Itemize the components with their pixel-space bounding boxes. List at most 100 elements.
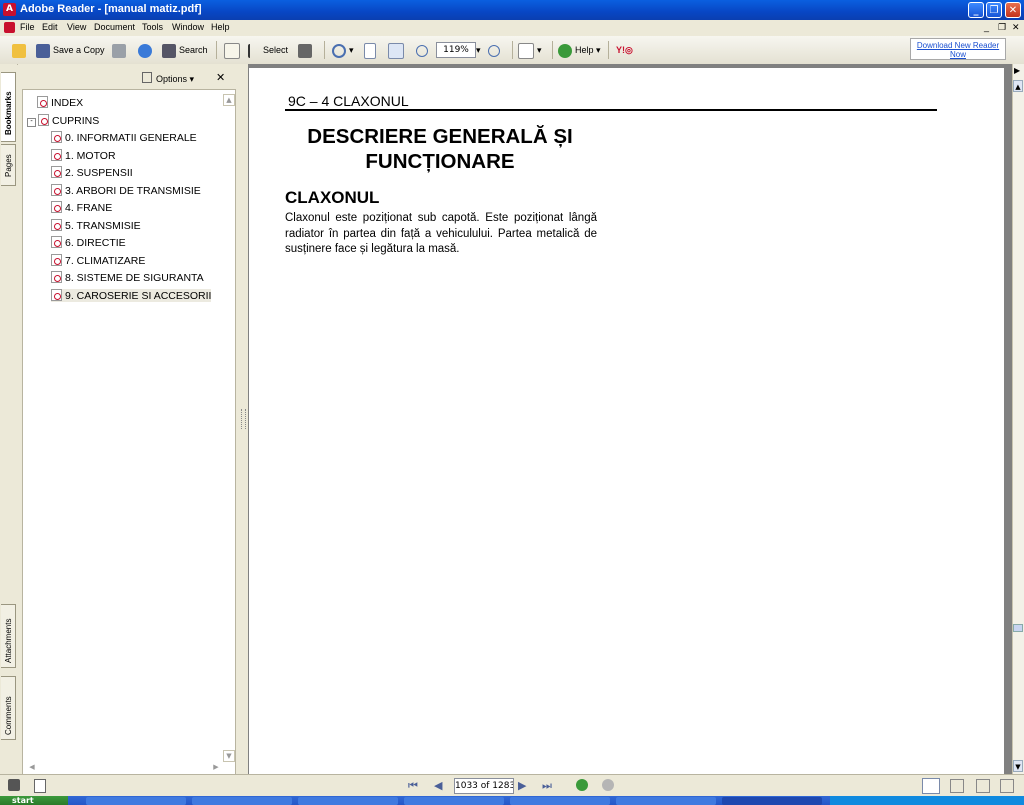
close-button[interactable]: ✕ [1005,2,1021,18]
system-tray [830,796,1024,805]
previous-page-button[interactable]: ◀ [434,779,442,792]
search-button[interactable]: Search [162,41,208,59]
tab-bookmarks[interactable]: Bookmarks [1,72,16,142]
snapshot-button[interactable] [298,41,315,59]
zoom-out-icon [416,44,428,57]
download-line-1: Download New Reader [916,41,1000,50]
bookmark-child-0[interactable]: 0. INFORMATII GENERALE [51,131,197,144]
bookmark-child-8[interactable]: 8. SISTEME DE SIGURANTA [51,271,204,284]
menu-edit[interactable]: Edit [42,22,58,32]
single-page-view-button[interactable] [922,778,940,794]
help-button[interactable]: Help ▾ [558,41,601,59]
minimize-button[interactable]: _ [968,2,984,18]
fit-page-button[interactable] [364,41,379,59]
bookmark-child-7[interactable]: 7. CLIMATIZARE [51,254,145,267]
restore-button[interactable]: ❐ [986,2,1002,18]
taskbar-item[interactable] [616,797,716,805]
bookmark-child-6[interactable]: 6. DIRECTIE [51,236,126,249]
collapse-icon[interactable]: - [27,118,36,127]
bookmark-label: 5. TRANSMISIE [65,220,141,232]
close-panel-icon[interactable]: ✕ [216,71,225,84]
select-tool-button[interactable]: Select [248,41,288,59]
toolbar-separator [324,41,325,59]
next-view-button[interactable] [602,779,614,791]
pdf-bookmark-icon [51,201,62,213]
scroll-thumb[interactable] [1013,624,1023,632]
scroll-down-button[interactable]: ▼ [1013,760,1023,772]
tab-attachments[interactable]: Attachments [1,604,16,668]
bookmark-child-2[interactable]: 2. SUSPENSII [51,166,133,179]
email-button[interactable] [138,41,155,59]
next-page-button[interactable]: ▶ [518,779,526,792]
zoom-dropdown[interactable]: ▾ [476,41,481,59]
menu-view[interactable]: View [67,22,86,32]
fit-width-button[interactable] [388,41,407,59]
download-new-reader-link[interactable]: Download New Reader Now [910,38,1006,60]
title-bar: A Adobe Reader - [manual matiz.pdf] _ ❐ … [0,0,1024,20]
taskbar-item[interactable] [298,797,398,805]
tree-scroll-left[interactable]: ◀ [27,762,37,772]
taskbar-item[interactable] [192,797,292,805]
bookmark-child-1[interactable]: 1. MOTOR [51,149,116,162]
download-line-2: Now [949,50,966,59]
scroll-up-button[interactable]: ▲ [1013,80,1023,92]
open-button[interactable] [12,41,29,59]
tree-scroll-right[interactable]: ▶ [211,762,221,772]
save-copy-button[interactable]: Save a Copy [36,41,105,59]
bookmark-label: 9. CAROSERIE SI ACCESORII [65,290,212,302]
document-icon [4,22,15,33]
page-menu-arrow-icon[interactable]: ▶ [1014,66,1020,75]
document-scrollbar[interactable]: ▶ ▲ ▼ [1012,64,1024,774]
tab-comments[interactable]: Comments [1,676,16,740]
hand-tool-button[interactable] [224,41,243,59]
bookmark-child-3[interactable]: 3. ARBORI DE TRANSMISIE [51,184,201,197]
tree-scroll-up[interactable]: ▲ [223,94,235,106]
previous-view-button[interactable] [576,779,588,791]
bookmark-child-9[interactable]: 9. CAROSERIE SI ACCESORII [51,289,212,302]
first-page-button[interactable]: ⏮ [408,779,418,793]
start-button[interactable]: start [0,796,68,805]
tree-scroll-down[interactable]: ▼ [223,750,235,762]
toolbar-separator [216,41,217,59]
pdf-bookmark-icon [51,219,62,231]
continuous-view-button[interactable] [950,779,964,793]
continuous-facing-view-button[interactable] [1000,779,1014,793]
zoom-in-button[interactable] [488,41,503,59]
menu-bar: File Edit View Document Tools Window Hel… [0,20,1024,36]
taskbar-item[interactable] [404,797,504,805]
yahoo-toolbar-button[interactable]: Y!◎ [616,41,633,59]
zoom-tool-button[interactable]: ▾ [332,41,354,59]
menu-document[interactable]: Document [94,22,135,32]
panel-toggle-icon[interactable] [8,779,20,791]
bookmark-cuprins[interactable]: - CUPRINS [27,114,99,127]
options-menu[interactable]: Options ▾ [142,72,194,85]
menu-help[interactable]: Help [211,22,230,32]
bookmark-label: 4. FRANE [65,202,113,214]
bookmark-child-5[interactable]: 5. TRANSMISIE [51,219,141,232]
taskbar-item-active[interactable] [722,797,822,805]
print-button[interactable] [112,41,129,59]
page-number-field[interactable]: 1033 of 1283 [454,778,514,794]
menu-tools[interactable]: Tools [142,22,163,32]
last-page-button[interactable]: ⏭ [542,779,552,793]
taskbar-item[interactable] [86,797,186,805]
taskbar-item[interactable] [510,797,610,805]
zoom-out-button[interactable] [416,41,431,59]
doc-restore-button[interactable]: ❐ [998,22,1006,33]
facing-view-button[interactable] [976,779,990,793]
tab-pages[interactable]: Pages [1,144,16,186]
panel-splitter[interactable] [238,64,248,774]
doc-close-button[interactable]: ✕ [1012,22,1020,33]
adobe-reader-icon: A [3,3,16,16]
tab-attachments-label: Attachments [4,618,13,663]
page-layout-icon[interactable] [34,779,46,793]
bookmark-child-4[interactable]: 4. FRANE [51,201,112,214]
pdf-bookmark-icon [51,236,62,248]
menu-window[interactable]: Window [172,22,204,32]
zoom-level-field[interactable]: 119% [436,42,476,58]
doc-minimize-button[interactable]: _ [984,22,989,32]
toolbar-separator [608,41,609,59]
menu-file[interactable]: File [20,22,35,32]
bookmark-index[interactable]: INDEX [37,96,83,109]
rotate-view-button[interactable]: ▾ [518,41,542,59]
